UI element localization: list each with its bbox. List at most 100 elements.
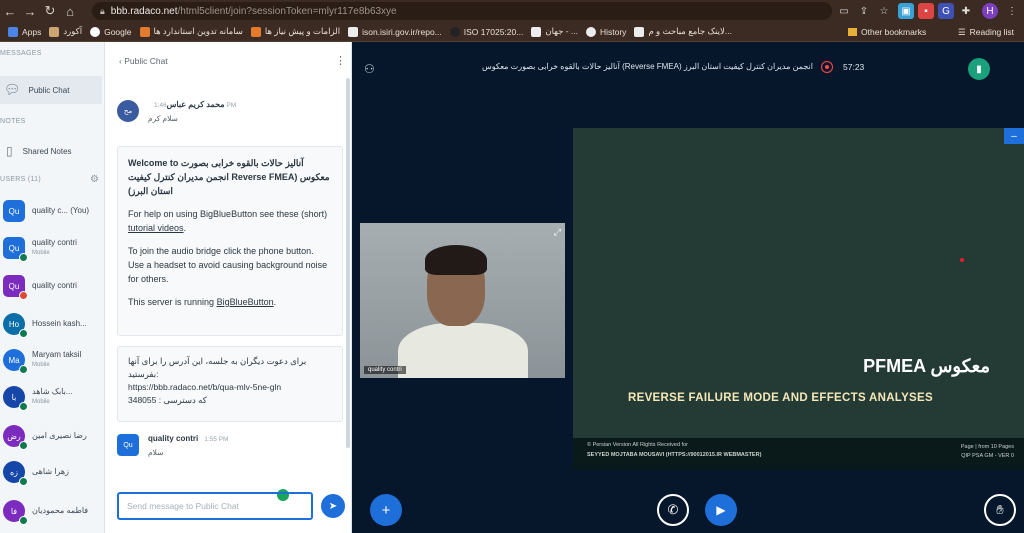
user-list-panel: MESSAGES 💬︎ Public Chat NOTES ▯ Shared N…	[0, 42, 105, 533]
bookmark-5[interactable]: ison.isiri.gov.ir/repo...	[348, 26, 442, 37]
bookmark-favicon	[449, 26, 460, 37]
bookmark-google[interactable]: Google	[90, 26, 132, 37]
minimize-presentation-icon[interactable]: –	[1004, 128, 1024, 144]
address-bar[interactable]: 🔒︎ bbb.radaco.net /html5client/join?sess…	[92, 2, 832, 20]
shared-notes-item[interactable]: ▯ Shared Notes	[0, 137, 72, 165]
forward-icon[interactable]: →	[20, 1, 40, 21]
avatar: فا	[3, 500, 28, 525]
audio-button[interactable]: ✆	[657, 494, 689, 526]
user-name: quality contri	[32, 238, 77, 247]
fullscreen-icon[interactable]: ⤢	[554, 227, 561, 238]
welcome-line: (استان البرز	[128, 186, 173, 196]
bookmark-history[interactable]: History	[585, 26, 626, 37]
hand-icon: ✋︎	[996, 502, 1004, 517]
user-item[interactable]: Qu quality contri	[0, 272, 77, 300]
bookmark-favicon	[139, 26, 150, 37]
back-icon[interactable]: ←	[0, 1, 20, 21]
presentation-area: ⚇ آنالیز حالات بالقوه خرابی بصورت معکوس …	[352, 42, 1024, 533]
user-sub: Mobile	[32, 250, 50, 256]
send-icon: ➤	[328, 500, 338, 512]
chat-scrollbar[interactable]	[346, 78, 350, 448]
avatar: مح	[117, 100, 139, 122]
bookmark-4[interactable]: الزامات و پیش نیاز ها	[250, 26, 340, 37]
user-item[interactable]: Qu quality contri Mobile	[0, 234, 77, 262]
user-name: زهرا شاهی	[32, 467, 69, 476]
user-list-toggle-icon[interactable]: ⚇	[364, 62, 375, 76]
extension-icon[interactable]: ▣	[898, 3, 914, 19]
url-domain: bbb.radaco.net	[110, 5, 178, 17]
notes-heading: NOTES	[0, 118, 26, 125]
bookmark-1[interactable]: آکورد	[49, 26, 82, 37]
other-bookmarks[interactable]: Other bookmarks	[848, 22, 926, 42]
users-heading: USERS (11)	[0, 176, 41, 183]
bookmark-9[interactable]: لاینک جامع مباحث و م...	[634, 26, 732, 37]
bookmark-3[interactable]: سامانه تدوین استاندارد ها	[139, 26, 243, 37]
welcome-line: Welcome to	[128, 158, 179, 168]
user-name: رضا نصیری امین	[32, 431, 87, 440]
settings-gear-icon[interactable]: ⚙	[90, 174, 99, 185]
chat-message-input[interactable]: Send message to Public Chat	[117, 492, 313, 520]
user-sub: Mobile	[32, 399, 50, 405]
screen-share-icon[interactable]: ▭	[836, 3, 852, 19]
message-time: 1:55 PM	[204, 436, 229, 443]
avatar: Ho	[3, 313, 28, 338]
help-text: For help on using BigBlueButton see thes…	[128, 209, 328, 219]
presentation-slide[interactable]: PFMEA معکوس REVERSE FAILURE MODE AND EFF…	[573, 128, 1024, 470]
send-button[interactable]: ➤	[321, 494, 345, 518]
profile-avatar[interactable]: H	[982, 3, 998, 19]
connection-status-icon[interactable]: ▮	[968, 58, 990, 80]
user-item[interactable]: Ho Hossein kash...	[0, 310, 87, 338]
invite-url[interactable]: https://bbb.radaco.net/b/qua-mlv-5ne-gln	[128, 381, 332, 394]
audio-status-icon	[19, 477, 28, 486]
folder-icon	[848, 28, 857, 36]
translate-icon[interactable]: G	[938, 3, 954, 19]
bookmark-apps[interactable]: Apps	[8, 26, 41, 37]
puzzle-icon[interactable]: ✚	[958, 3, 974, 19]
slide-footer-author: SEYYED MOJTABA MOUSAVI (HTTPS://90012015…	[587, 452, 762, 458]
share-icon[interactable]: ⇪	[856, 3, 872, 19]
home-icon[interactable]: ⌂	[60, 1, 80, 21]
messages-heading: MESSAGES	[0, 50, 42, 57]
chat-header[interactable]: ‹ Public Chat	[119, 56, 168, 66]
avatar: Qu	[117, 434, 139, 456]
slide-title: PFMEA معکوس	[863, 356, 990, 376]
raise-hand-button[interactable]: ✋︎	[984, 494, 1016, 526]
chat-bubble-icon: 💬︎	[4, 82, 21, 97]
user-item[interactable]: فا فاطمه محمودیان	[0, 497, 88, 525]
actions-plus-button[interactable]: +	[370, 494, 402, 526]
user-sub: Mobile	[32, 362, 50, 368]
webcam-person-body	[398, 323, 528, 378]
chat-options-icon[interactable]: ⋮	[335, 54, 346, 67]
reload-icon[interactable]: ↻	[40, 1, 60, 21]
audio-status-icon	[19, 365, 28, 374]
extension-icon-2[interactable]: ▪	[918, 3, 934, 19]
welcome-line: انجمن مدیران کنترل کیفیت Reverse FMEA) م…	[128, 172, 330, 182]
user-item[interactable]: زه زهرا شاهی	[0, 458, 69, 486]
user-item[interactable]: Qu quality c... (You)	[0, 197, 89, 225]
reading-list[interactable]: ☰ Reading list	[958, 22, 1014, 42]
webcam-user-label: quality contri	[364, 366, 406, 374]
user-item[interactable]: رض رضا نصیری امین	[0, 422, 87, 450]
public-chat-item[interactable]: 💬︎ Public Chat	[0, 76, 102, 104]
bigbluebutton-link[interactable]: BigBlueButton	[217, 297, 274, 307]
bookmark-favicon	[531, 26, 542, 37]
recording-icon[interactable]	[821, 61, 833, 73]
browser-toolbar: ← → ↻ ⌂ 🔒︎ bbb.radaco.net /html5client/j…	[0, 0, 1024, 22]
slide-footer: © Persian Version All Rights Received fo…	[573, 438, 1024, 470]
user-item[interactable]: Ma Maryam taksil Mobile	[0, 346, 81, 374]
camera-icon: ▶	[716, 503, 726, 517]
webcam-video[interactable]: ⤢ quality contri	[360, 223, 565, 378]
bookmark-7[interactable]: جهان - ...	[531, 26, 578, 37]
history-icon	[585, 26, 596, 37]
star-icon[interactable]: ☆	[876, 3, 892, 19]
tutorial-videos-link[interactable]: tutorial videos	[128, 223, 184, 233]
video-button[interactable]: ▶	[705, 494, 737, 526]
user-name: quality c... (You)	[32, 206, 90, 215]
bookmark-favicon	[250, 26, 261, 37]
slide-footer-page: Page | from 10 Pages	[960, 444, 1014, 450]
menu-kebab-icon[interactable]: ⋮	[1004, 3, 1020, 19]
user-item[interactable]: با بابک شاهد... Mobile	[0, 383, 73, 411]
public-chat-panel: ‹ Public Chat ⋮ مح محمد کریم عباس1:46 PM…	[105, 42, 352, 533]
bookmark-6[interactable]: ISO 17025:20...	[449, 26, 523, 37]
slide-footer-copyright: © Persian Version All Rights Received fo…	[587, 442, 688, 448]
